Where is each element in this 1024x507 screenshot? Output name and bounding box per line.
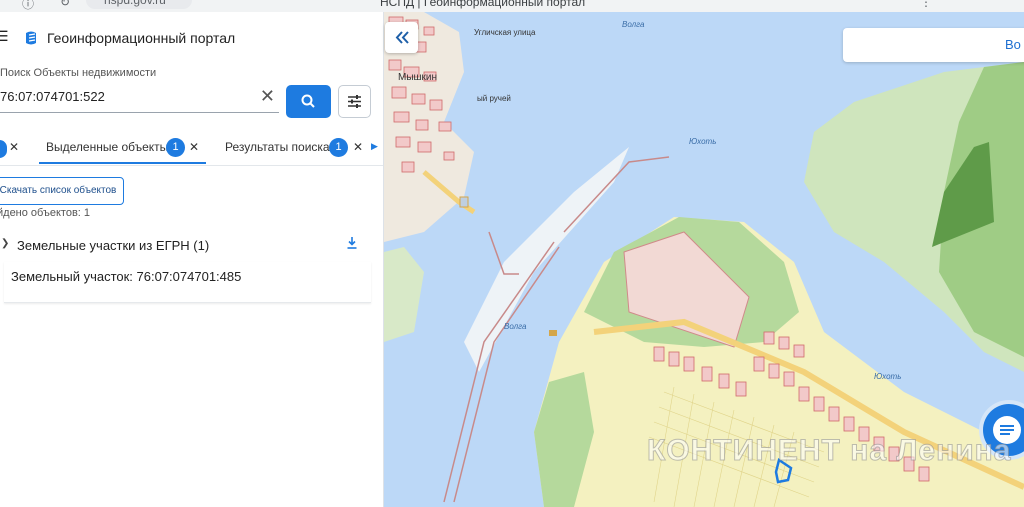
search-button[interactable] bbox=[286, 85, 331, 118]
tab-selected-objects-count: 1 bbox=[166, 138, 185, 157]
map-label-street: Угличская улица bbox=[474, 28, 536, 37]
chevron-down-icon[interactable]: ❯ bbox=[1, 238, 9, 249]
list-item-text: Земельный участок: 76:07:074701:485 bbox=[11, 269, 242, 284]
app-title: Геоинформационный портал bbox=[47, 30, 236, 46]
map-label-stream: ый ручей bbox=[477, 94, 511, 103]
map-label-river-2: Юхоть bbox=[689, 137, 717, 146]
tab-selected-objects[interactable]: Выделенные объекты bbox=[46, 140, 168, 154]
address-bar[interactable]: nspd.gov.ru bbox=[86, 0, 192, 9]
left-panel: ☰ Геоинформационный портал Поиск Объекты… bbox=[0, 12, 384, 507]
watermark: КОНТИНЕНТ на Ленина bbox=[646, 434, 1012, 468]
tab-selected-objects-close-icon[interactable]: ✕ bbox=[189, 140, 199, 154]
browser-tab-title: НСПД | Геоинформационный портал bbox=[380, 0, 586, 9]
map-search-box[interactable]: Во bbox=[843, 28, 1024, 62]
result-group-title: Земельные участки из ЕГРН (1) bbox=[17, 238, 210, 253]
reload-icon[interactable]: ↻ bbox=[60, 0, 70, 9]
tab-hidden-close-icon[interactable]: ✕ bbox=[9, 140, 19, 154]
tabs-scroll-right-icon[interactable]: ▶ bbox=[371, 141, 378, 152]
list-item[interactable]: Земельный участок: 76:07:074701:485 bbox=[4, 262, 371, 303]
found-count: йдено объектов: 1 bbox=[0, 207, 91, 219]
portal-logo-icon bbox=[26, 31, 36, 45]
search-input[interactable] bbox=[0, 84, 250, 108]
double-chevron-left-icon bbox=[395, 31, 409, 44]
menu-icon[interactable]: ☰ bbox=[0, 28, 9, 45]
result-group-header[interactable]: ❯ Земельные участки из ЕГРН (1) bbox=[0, 236, 370, 258]
small-marker-1 bbox=[459, 196, 469, 208]
left-bank-field bbox=[384, 247, 424, 342]
map-canvas[interactable]: Мышкин Угличская улица ый ручей Волга Юх… bbox=[384, 12, 1024, 507]
tab-bar: ✕ Выделенные объекты 1 ✕ Результаты поис… bbox=[0, 133, 383, 166]
collapse-panel-button[interactable] bbox=[385, 22, 418, 53]
map-label-river-1: Волга bbox=[622, 20, 645, 29]
download-list-button[interactable]: Скачать список объектов bbox=[0, 177, 124, 205]
sliders-icon bbox=[348, 95, 361, 108]
filter-button[interactable] bbox=[338, 85, 371, 118]
active-tab-indicator bbox=[39, 162, 206, 164]
map-label-river-4: Юхоть bbox=[874, 372, 902, 381]
map-graphics bbox=[384, 12, 1024, 507]
search-icon bbox=[301, 94, 315, 108]
download-icon[interactable] bbox=[346, 236, 358, 250]
tab-search-results-close-icon[interactable]: ✕ bbox=[353, 140, 363, 154]
small-marker-2 bbox=[549, 330, 557, 336]
search-label: Поиск Объекты недвижимости bbox=[0, 67, 157, 79]
map-label-town: Мышкин bbox=[398, 72, 438, 83]
info-icon[interactable]: ⓘ bbox=[22, 0, 34, 12]
tab-search-results-count: 1 bbox=[329, 138, 348, 157]
tab-hidden-badge bbox=[0, 140, 7, 158]
map-search-button[interactable]: Во bbox=[1005, 37, 1021, 52]
tab-search-results[interactable]: Результаты поиска bbox=[225, 140, 330, 154]
more-icon[interactable]: ⋮ bbox=[920, 0, 932, 9]
map-label-river-3: Волга bbox=[504, 322, 527, 331]
search-field: ✕ bbox=[0, 84, 279, 113]
clear-icon[interactable]: ✕ bbox=[260, 86, 275, 107]
